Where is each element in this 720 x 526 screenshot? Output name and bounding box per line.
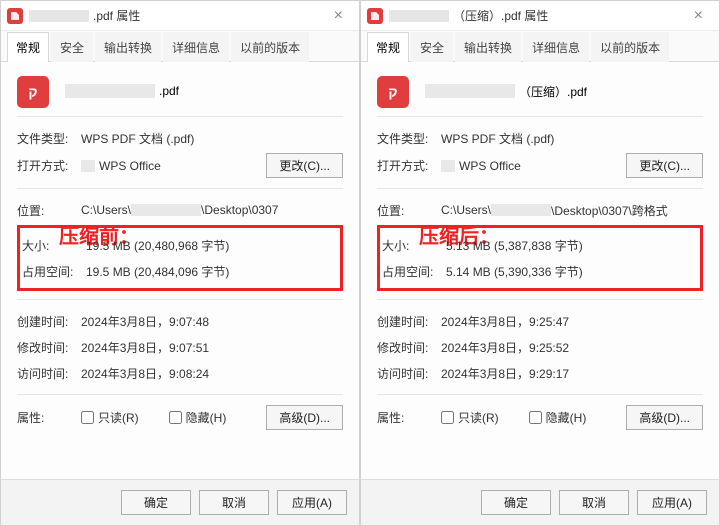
- filename-suffix: .pdf: [159, 84, 179, 98]
- advanced-button[interactable]: 高级(D)...: [626, 405, 703, 430]
- pdf-icon: [367, 8, 383, 24]
- tab-output[interactable]: 输出转换: [455, 32, 521, 62]
- tab-details[interactable]: 详细信息: [163, 32, 229, 62]
- redacted-filename: [65, 84, 155, 98]
- pdf-icon: [7, 8, 23, 24]
- close-icon[interactable]: ×: [324, 3, 353, 29]
- label-open: 打开方式:: [377, 157, 441, 174]
- label-modified: 修改时间:: [17, 339, 81, 356]
- hidden-checkbox[interactable]: 隐藏(H): [169, 409, 227, 426]
- tab-details[interactable]: 详细信息: [523, 32, 589, 62]
- dialog-body: ק .pdf 文件类型:WPS PDF 文档 (.pdf) 打开方式: WPS O…: [1, 62, 359, 479]
- highlight-box-after: 大小:5.13 MB (5,387,838 字节) 占用空间:5.14 MB (…: [377, 225, 703, 291]
- label-modified: 修改时间:: [377, 339, 441, 356]
- readonly-checkbox[interactable]: 只读(R): [441, 409, 499, 426]
- ok-button[interactable]: 确定: [121, 490, 191, 515]
- label-type: 文件类型:: [17, 130, 81, 147]
- properties-dialog-before: .pdf 属性 × 常规 安全 输出转换 详细信息 以前的版本 ק .pdf 文…: [0, 0, 360, 526]
- close-icon[interactable]: ×: [684, 3, 713, 29]
- label-accessed: 访问时间:: [377, 365, 441, 382]
- label-attributes: 属性:: [377, 409, 441, 426]
- change-button[interactable]: 更改(C)...: [266, 153, 343, 178]
- loc-suffix: \Desktop\0307\跨格式: [551, 202, 668, 219]
- window-title: （压缩）.pdf 属性: [453, 7, 548, 24]
- hidden-checkbox[interactable]: 隐藏(H): [529, 409, 587, 426]
- value-created: 2024年3月8日，9:07:48: [81, 313, 343, 330]
- highlight-box-before: 大小:19.5 MB (20,480,968 字节) 占用空间:19.5 MB …: [17, 225, 343, 291]
- loc-prefix: C:\Users\: [441, 203, 491, 217]
- window-title: .pdf 属性: [93, 7, 140, 24]
- tab-bar: 常规 安全 输出转换 详细信息 以前的版本: [1, 31, 359, 62]
- label-attributes: 属性:: [17, 409, 81, 426]
- label-created: 创建时间:: [377, 313, 441, 330]
- loc-prefix: C:\Users\: [81, 203, 131, 217]
- tab-bar: 常规 安全 输出转换 详细信息 以前的版本: [361, 31, 719, 62]
- cancel-button[interactable]: 取消: [199, 490, 269, 515]
- redacted-app-icon: [441, 160, 455, 172]
- apply-button[interactable]: 应用(A): [637, 490, 707, 515]
- value-accessed: 2024年3月8日，9:29:17: [441, 365, 703, 382]
- value-size: 19.5 MB (20,480,968 字节): [86, 237, 338, 254]
- dialog-footer: 确定 取消 应用(A): [361, 479, 719, 525]
- tab-output[interactable]: 输出转换: [95, 32, 161, 62]
- titlebar: （压缩）.pdf 属性 ×: [361, 1, 719, 31]
- redacted-user: [491, 204, 551, 216]
- redacted-user: [131, 204, 201, 216]
- value-type: WPS PDF 文档 (.pdf): [441, 130, 703, 147]
- redacted-filename: [425, 84, 515, 98]
- value-created: 2024年3月8日，9:25:47: [441, 313, 703, 330]
- label-used: 占用空间:: [382, 263, 446, 280]
- tab-previous[interactable]: 以前的版本: [591, 32, 669, 62]
- properties-dialog-after: （压缩）.pdf 属性 × 常规 安全 输出转换 详细信息 以前的版本 ק （压…: [360, 0, 720, 526]
- value-modified: 2024年3月8日，9:07:51: [81, 339, 343, 356]
- tab-security[interactable]: 安全: [411, 32, 453, 62]
- apply-button[interactable]: 应用(A): [277, 490, 347, 515]
- label-open: 打开方式:: [17, 157, 81, 174]
- cancel-button[interactable]: 取消: [559, 490, 629, 515]
- filename-suffix: （压缩）.pdf: [519, 83, 587, 100]
- filename-field[interactable]: （压缩）.pdf: [425, 74, 703, 108]
- titlebar: .pdf 属性 ×: [1, 1, 359, 31]
- file-type-icon: ק: [17, 76, 49, 108]
- label-size: 大小:: [382, 237, 446, 254]
- label-accessed: 访问时间:: [17, 365, 81, 382]
- redacted-title: [29, 10, 89, 22]
- readonly-checkbox[interactable]: 只读(R): [81, 409, 139, 426]
- label-location: 位置:: [17, 202, 81, 219]
- value-modified: 2024年3月8日，9:25:52: [441, 339, 703, 356]
- value-type: WPS PDF 文档 (.pdf): [81, 130, 343, 147]
- label-type: 文件类型:: [377, 130, 441, 147]
- dialog-footer: 确定 取消 应用(A): [1, 479, 359, 525]
- tab-general[interactable]: 常规: [7, 32, 49, 62]
- advanced-button[interactable]: 高级(D)...: [266, 405, 343, 430]
- redacted-title: [389, 10, 449, 22]
- tab-security[interactable]: 安全: [51, 32, 93, 62]
- loc-suffix: \Desktop\0307: [201, 203, 278, 217]
- value-open: WPS Office: [459, 159, 521, 173]
- label-size: 大小:: [22, 237, 86, 254]
- change-button[interactable]: 更改(C)...: [626, 153, 703, 178]
- value-size: 5.13 MB (5,387,838 字节): [446, 237, 698, 254]
- dialog-body: ק （压缩）.pdf 文件类型:WPS PDF 文档 (.pdf) 打开方式: W…: [361, 62, 719, 479]
- label-location: 位置:: [377, 202, 441, 219]
- label-used: 占用空间:: [22, 263, 86, 280]
- ok-button[interactable]: 确定: [481, 490, 551, 515]
- filename-field[interactable]: .pdf: [65, 74, 343, 108]
- tab-general[interactable]: 常规: [367, 32, 409, 62]
- redacted-app-icon: [81, 160, 95, 172]
- value-used: 5.14 MB (5,390,336 字节): [446, 263, 698, 280]
- value-used: 19.5 MB (20,484,096 字节): [86, 263, 338, 280]
- value-open: WPS Office: [99, 159, 161, 173]
- tab-previous[interactable]: 以前的版本: [231, 32, 309, 62]
- file-type-icon: ק: [377, 76, 409, 108]
- label-created: 创建时间:: [17, 313, 81, 330]
- value-accessed: 2024年3月8日，9:08:24: [81, 365, 343, 382]
